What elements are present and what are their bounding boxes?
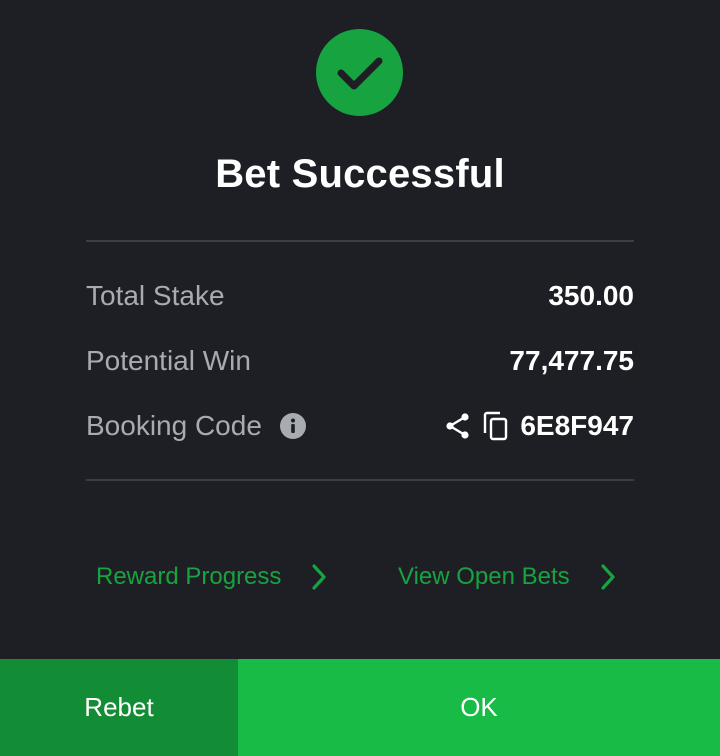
view-open-bets-label: View Open Bets: [398, 563, 570, 590]
ok-button[interactable]: OK: [238, 659, 720, 756]
ok-button-label: OK: [460, 692, 498, 722]
potential-win-value: 77,477.75: [509, 345, 634, 376]
booking-code-value: 6E8F947: [520, 410, 634, 441]
rebet-button-label: Rebet: [84, 692, 154, 722]
booking-code-label-group: Booking Code: [86, 410, 306, 442]
total-stake-row: Total Stake 350.00: [86, 276, 634, 316]
reward-progress-link[interactable]: Reward Progress: [96, 557, 327, 597]
chevron-right-icon: [311, 563, 327, 591]
top-divider: [86, 240, 634, 242]
share-icon[interactable]: [444, 412, 472, 440]
booking-code-label: Booking Code: [86, 410, 262, 441]
total-stake-value: 350.00: [548, 280, 634, 311]
potential-win-label: Potential Win: [86, 345, 251, 376]
dialog-title: Bet Successful: [215, 152, 505, 196]
bottom-divider: [86, 479, 634, 481]
copy-icon[interactable]: [482, 411, 510, 441]
reward-progress-label: Reward Progress: [96, 563, 282, 590]
info-icon[interactable]: [279, 413, 306, 439]
booking-code-row: Booking Code 6E8F947: [86, 406, 634, 446]
view-open-bets-link[interactable]: View Open Bets: [398, 557, 616, 597]
rebet-button[interactable]: Rebet: [0, 659, 238, 756]
success-check-icon: [316, 29, 403, 116]
booking-code-value-group: 6E8F947: [444, 410, 634, 442]
total-stake-label: Total Stake: [86, 280, 225, 311]
potential-win-row: Potential Win 77,477.75: [86, 341, 634, 381]
chevron-right-icon: [600, 563, 616, 591]
